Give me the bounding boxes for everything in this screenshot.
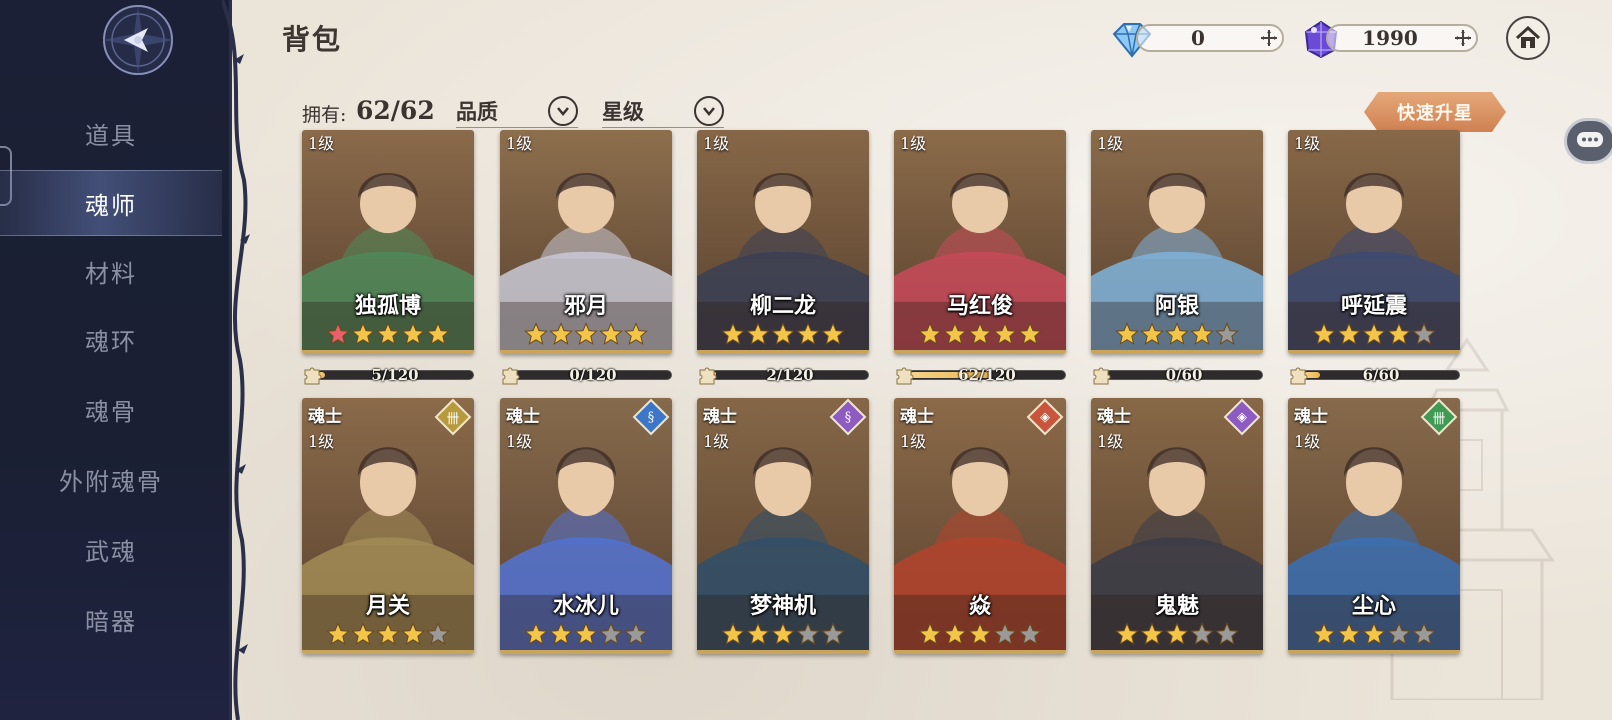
diamond-currency-box: 0: [1136, 24, 1284, 52]
card-level: 1级: [1097, 432, 1124, 451]
card-shard-progress-text: 0/60: [1165, 366, 1203, 384]
sidebar-item-soul-ring[interactable]: 魂环: [0, 306, 222, 372]
card-name: 阿银: [1154, 293, 1199, 319]
soul-master-card[interactable]: 魂士 § 1级 水冰儿: [500, 398, 672, 654]
card-shard-progress-text: 62/120: [958, 366, 1016, 384]
card-name: 月关: [365, 593, 410, 619]
diamond-amount: 0: [1191, 26, 1205, 50]
quick-star-up-button[interactable]: 快速升星: [1364, 92, 1506, 132]
sidebar-item-soul-bone[interactable]: 魂骨: [0, 376, 222, 442]
card-name: 梦神机: [749, 593, 816, 619]
soul-master-card[interactable]: 魂士 ◈ 1级焱: [894, 398, 1066, 654]
card-star-rating: [1288, 622, 1460, 646]
card-star-rating: [500, 622, 672, 646]
soul-master-card[interactable]: 魂士 ◈ 1级 鬼魅: [1091, 398, 1263, 654]
owned-count: 62/62: [356, 96, 435, 125]
card-star-rating: [1091, 322, 1263, 346]
card-star-rating: [302, 622, 474, 646]
card-level: 1级: [308, 432, 335, 451]
sidebar-decorative-vine: [222, 0, 250, 720]
sidebar-item-hidden-weapon[interactable]: 暗器: [0, 586, 222, 652]
card-star-rating: [894, 322, 1066, 346]
quality-chevron-down-icon[interactable]: [548, 96, 578, 126]
card-rank: 魂士: [1097, 407, 1131, 427]
card-level: 1级: [703, 432, 730, 451]
card-name: 水冰儿: [552, 593, 619, 619]
chat-button[interactable]: [1564, 118, 1612, 164]
crystal-add-icon[interactable]: [1454, 29, 1472, 47]
card-shard-progress-bar: 0/60: [1091, 364, 1263, 385]
card-level: 1级: [703, 134, 730, 153]
card-shard-progress-bar: 0/120: [500, 364, 672, 385]
card-level: 1级: [1294, 432, 1321, 451]
diamond-add-icon[interactable]: [1260, 29, 1278, 47]
sidebar-item-materials[interactable]: 材料: [0, 238, 222, 304]
card-star-rating: [697, 322, 869, 346]
card-shard-progress-bar: 6/60: [1288, 364, 1460, 385]
crystal-currency-box: 1990: [1326, 24, 1478, 52]
card-shard-progress-text: 2/120: [766, 366, 814, 384]
star-chevron-down-icon[interactable]: [694, 96, 724, 126]
soul-master-card[interactable]: 1级独孤博: [302, 130, 474, 354]
home-button[interactable]: [1506, 16, 1550, 60]
card-rank: 魂士: [900, 407, 934, 427]
card-shard-progress-text: 5/120: [371, 366, 419, 384]
card-shard-progress-bar: 62/120: [894, 364, 1066, 385]
card-rank: 魂士: [703, 407, 737, 427]
card-level: 1级: [308, 134, 335, 153]
card-shard-progress-bar: 2/120: [697, 364, 869, 385]
sidebar-item-martial-soul[interactable]: 武魂: [0, 516, 222, 582]
card-level: 1级: [506, 134, 533, 153]
star-filter-label: 星级: [602, 99, 644, 124]
soul-master-card[interactable]: 魂士 § 1级 梦神机: [697, 398, 869, 654]
card-name: 呼延震: [1340, 293, 1407, 319]
card-shard-progress-text: 6/60: [1362, 366, 1400, 384]
card-star-rating: [500, 322, 672, 346]
game-emblem-icon: [102, 5, 174, 75]
sidebar-item-external-soul-bone[interactable]: 外附魂骨: [0, 446, 222, 512]
card-level: 1级: [506, 432, 533, 451]
soul-master-card[interactable]: 1级邪月: [500, 130, 672, 354]
card-name: 邪月: [563, 293, 608, 319]
card-rank: 魂士: [1294, 407, 1328, 427]
card-shard-progress-bar: 5/120: [302, 364, 474, 385]
card-rank: 魂士: [308, 407, 342, 427]
owned-label: 拥有:: [302, 104, 347, 126]
card-star-rating: [302, 322, 474, 346]
card-rank: 魂士: [506, 407, 540, 427]
soul-master-card[interactable]: 1级马红俊: [894, 130, 1066, 354]
soul-master-card[interactable]: 1级柳二龙: [697, 130, 869, 354]
card-star-rating: [697, 622, 869, 646]
card-level: 1级: [1294, 134, 1321, 153]
star-filter-dropdown[interactable]: 星级: [602, 96, 724, 128]
card-name: 焱: [968, 593, 991, 619]
card-name: 鬼魅: [1154, 593, 1199, 619]
card-level: 1级: [900, 134, 927, 153]
quality-filter-label: 品质: [456, 99, 498, 124]
card-name: 独孤博: [354, 293, 421, 319]
card-shard-progress-text: 0/120: [569, 366, 617, 384]
soul-master-card[interactable]: 1级阿银: [1091, 130, 1263, 354]
soul-master-card[interactable]: 魂士卌 1级 尘心: [1288, 398, 1460, 654]
home-icon: [1515, 26, 1541, 48]
card-name: 尘心: [1351, 593, 1396, 619]
soul-master-card[interactable]: 魂士卌 1级 月关: [302, 398, 474, 654]
chat-bubble-icon: [1577, 132, 1603, 147]
card-name: 马红俊: [946, 293, 1013, 319]
card-star-rating: [1288, 322, 1460, 346]
card-star-rating: [894, 622, 1066, 646]
quality-filter-dropdown[interactable]: 品质: [456, 96, 578, 128]
card-level: 1级: [900, 432, 927, 451]
page-title: 背包: [282, 23, 343, 56]
sidebar-item-soul-master[interactable]: 魂师: [0, 170, 222, 236]
card-name: 柳二龙: [749, 293, 816, 319]
card-star-rating: [1091, 622, 1263, 646]
soul-master-card[interactable]: 1级呼延震: [1288, 130, 1460, 354]
sidebar-item-props[interactable]: 道具: [0, 100, 222, 166]
crystal-amount: 1990: [1362, 26, 1418, 50]
card-level: 1级: [1097, 134, 1124, 153]
